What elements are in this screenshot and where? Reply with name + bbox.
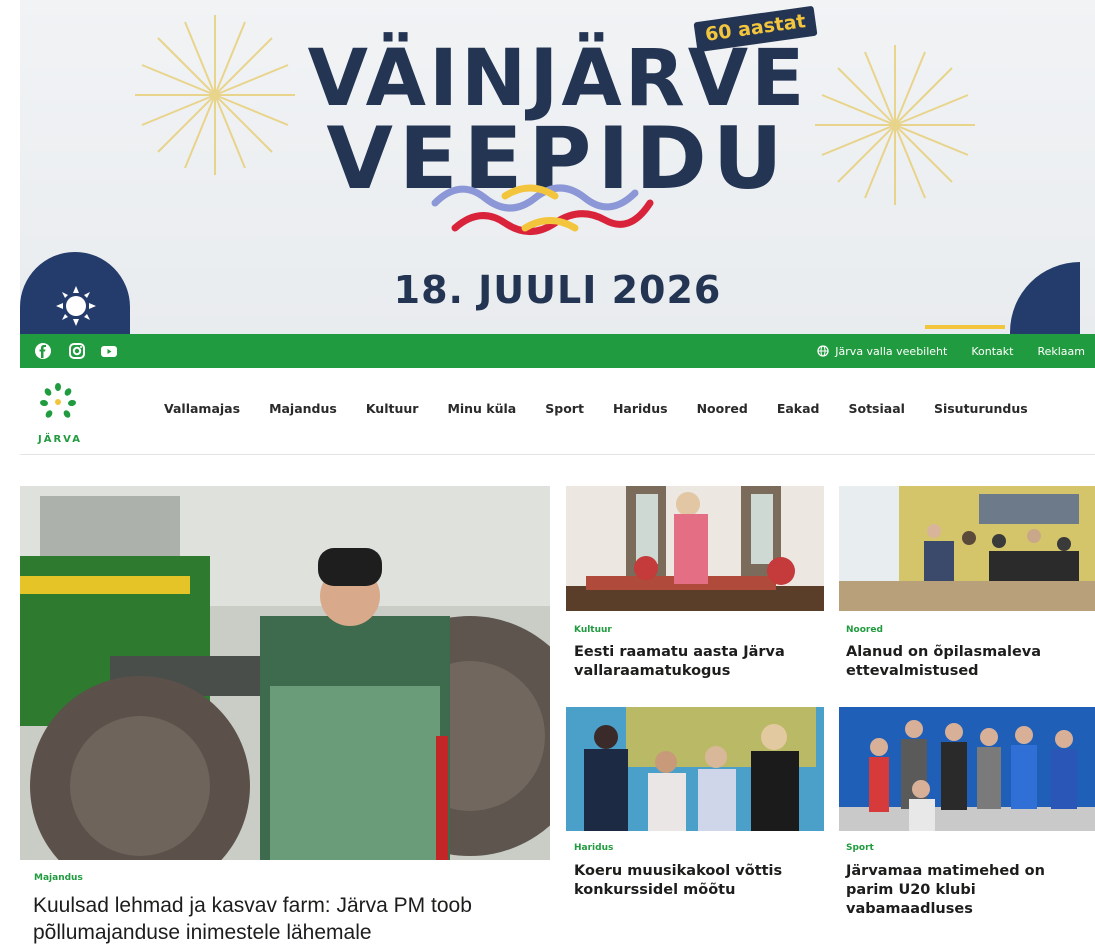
article4-category[interactable]: Sport [846, 843, 874, 853]
tractor-photo [20, 486, 550, 860]
nav-item-vallamajas[interactable]: Vallamajas [164, 401, 240, 416]
contact-link[interactable]: Kontakt [971, 345, 1013, 358]
wrestlers-photo [839, 707, 1095, 831]
article2-category[interactable]: Noored [846, 625, 883, 635]
nav-item-haridus[interactable]: Haridus [613, 401, 668, 416]
article2-title[interactable]: Alanud on õpilasmaleva ettevalmistused [846, 643, 1091, 681]
facebook-icon[interactable] [34, 342, 52, 360]
festival-banner[interactable]: VÄINJÄRVE VEEPIDU 60 aastat 18. JUULI 20… [20, 0, 1095, 334]
classroom-photo [839, 486, 1095, 611]
article1-image[interactable] [566, 486, 824, 611]
youtube-icon[interactable] [100, 342, 118, 360]
article2-image[interactable] [839, 486, 1095, 611]
nav-item-sport[interactable]: Sport [545, 401, 584, 416]
article1-title[interactable]: Eesti raamatu aasta Järva vallaraamatuko… [574, 643, 824, 681]
main-article-category[interactable]: Majandus [34, 873, 83, 883]
article3-title[interactable]: Koeru muusikakool võttis konkurssidel mõ… [574, 862, 824, 900]
nav-item-sotsiaal[interactable]: Sotsiaal [848, 401, 904, 416]
main-article-title[interactable]: Kuulsad lehmad ja kasvav farm: Järva PM … [33, 892, 543, 946]
nav-menu: Vallamajas Majandus Kultuur Minu küla Sp… [164, 401, 1057, 416]
sun-icon [56, 286, 96, 326]
sun-circle [20, 252, 130, 334]
globe-icon [817, 345, 829, 357]
logo-mark-icon [40, 383, 76, 418]
library-photo [566, 486, 824, 611]
nav-item-noored[interactable]: Noored [697, 401, 748, 416]
municipality-website-link[interactable]: Järva valla veebileht [817, 345, 947, 358]
nav-item-kultuur[interactable]: Kultuur [366, 401, 419, 416]
article3-image[interactable] [566, 707, 824, 831]
banner-title-line1: VÄINJÄRVE [307, 34, 808, 124]
decor-line [925, 325, 1005, 329]
music-school-photo [566, 707, 824, 831]
nav-item-minu-kula[interactable]: Minu küla [447, 401, 516, 416]
main-article-image[interactable] [20, 486, 550, 860]
top-bar: Järva valla veebileht Kontakt Reklaam [20, 334, 1095, 368]
wave-ornament [431, 184, 654, 235]
event-date: 18. JUULI 2026 [393, 268, 722, 312]
article1-category[interactable]: Kultuur [574, 625, 612, 635]
article4-image[interactable] [839, 707, 1095, 831]
municipality-website-label: Järva valla veebileht [835, 344, 948, 358]
logo-text: JÄRVA [38, 434, 82, 445]
main-navigation: JÄRVA Vallamajas Majandus Kultuur Minu k… [20, 370, 1095, 455]
instagram-icon[interactable] [68, 342, 86, 360]
nav-item-majandus[interactable]: Majandus [269, 401, 337, 416]
nav-item-sisuturundus[interactable]: Sisuturundus [934, 401, 1028, 416]
site-logo[interactable]: JÄRVA [28, 382, 88, 445]
article3-category[interactable]: Haridus [574, 843, 613, 853]
article4-title[interactable]: Järvamaa matimehed on parim U20 klubi va… [846, 862, 1091, 919]
top-links: Järva valla veebileht Kontakt Reklaam [817, 334, 1085, 368]
nav-item-eakad[interactable]: Eakad [777, 401, 820, 416]
advertising-link[interactable]: Reklaam [1037, 345, 1085, 358]
